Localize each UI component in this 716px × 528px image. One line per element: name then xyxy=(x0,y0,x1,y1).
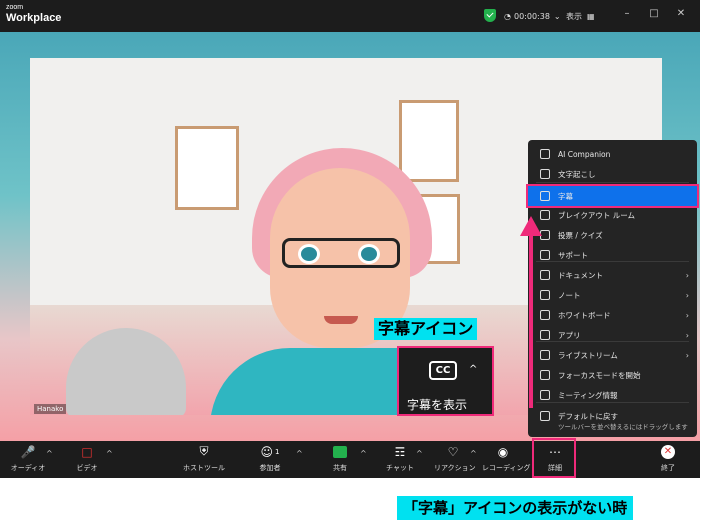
document-icon xyxy=(540,270,550,280)
participant-name-tag: Hanako xyxy=(34,404,67,414)
cc-icon xyxy=(540,191,550,201)
support-icon xyxy=(540,250,550,260)
menu-item-label: 文字起こし xyxy=(558,169,596,179)
share-options-caret[interactable]: ^ xyxy=(360,449,367,458)
close-button[interactable]: ✕ xyxy=(674,8,688,19)
chat-button[interactable]: ☶ チャット xyxy=(386,443,414,476)
minimize-button[interactable]: – xyxy=(620,8,634,19)
menu-item-apps[interactable]: アプリ › xyxy=(528,325,697,345)
zoom-logo-small: zoom xyxy=(6,4,24,11)
shield-icon: ⛨ xyxy=(199,444,209,458)
menu-item-cc[interactable]: 字幕 xyxy=(526,184,699,208)
heart-icon: ♡ xyxy=(447,444,459,459)
participants-button[interactable]: ☺ 1 参加者 xyxy=(254,443,286,476)
encryption-shield-icon[interactable] xyxy=(484,9,496,22)
menu-item-poll[interactable]: 投票 / クイズ xyxy=(528,225,697,245)
grid-icon: ▦ xyxy=(587,11,595,21)
apps-icon xyxy=(540,330,550,340)
people-icon: ☺ 1 xyxy=(260,444,280,459)
menu-item-label: ノート xyxy=(558,290,581,300)
menu-item-notes[interactable]: ノート › xyxy=(528,285,697,305)
menu-item-breakout[interactable]: ブレイクアウト ルーム xyxy=(528,205,697,225)
menu-item-livestream[interactable]: ライブストリーム › xyxy=(528,345,697,365)
pointer-arrow-head xyxy=(520,216,542,236)
view-button[interactable]: 表示 ▦ xyxy=(566,8,595,24)
video-button[interactable]: □ ビデオ xyxy=(72,443,102,476)
menu-item-label: ブレイクアウト ルーム xyxy=(558,210,636,220)
reset-hint: ツールバーを並べ替えるにはドラッグします xyxy=(558,423,688,431)
focus-icon xyxy=(540,370,550,380)
microphone-icon: 🎤 xyxy=(20,444,36,459)
zoom-logo: Workplace xyxy=(6,12,62,24)
meeting-timer: ◔ 00:00:38 ⌄ xyxy=(504,11,561,21)
pointer-arrow-shaft xyxy=(529,232,533,408)
chat-icon: ☶ xyxy=(394,444,406,459)
menu-item-label: デフォルトに戻す xyxy=(558,411,618,421)
menu-item-label: 投票 / クイズ xyxy=(558,230,603,240)
chevron-right-icon: › xyxy=(685,310,689,320)
reset-icon xyxy=(540,411,550,421)
bottom-caption: 「字幕」アイコンの表示がない時 xyxy=(397,496,634,520)
cc-icon[interactable]: CC xyxy=(429,361,457,380)
menu-item-support[interactable]: サポート xyxy=(528,245,697,265)
menu-item-sparkle[interactable]: AI Companion xyxy=(528,144,697,164)
show-captions-label: 字幕を表示 xyxy=(407,398,468,412)
whiteboard-icon xyxy=(540,310,550,320)
reactions-options-caret[interactable]: ^ xyxy=(470,449,477,458)
menu-item-label: 字幕 xyxy=(558,191,573,201)
chevron-down-icon[interactable]: ⌄ xyxy=(554,12,561,21)
notes-icon xyxy=(540,290,550,300)
wall-frame-left xyxy=(175,126,239,210)
reactions-button[interactable]: ♡ リアクション xyxy=(434,443,476,476)
info-icon xyxy=(540,390,550,400)
caption-button-callout: CC ^ 字幕を表示 xyxy=(397,346,494,416)
avatar-eye-right xyxy=(358,244,380,264)
menu-item-label: フォーカスモードを開始 xyxy=(558,370,641,380)
menu-item-label: ドキュメント xyxy=(558,270,603,280)
avatar-eye-left xyxy=(298,244,320,264)
end-button[interactable]: ✕ 終了 xyxy=(656,443,680,476)
menu-item-whiteboard[interactable]: ホワイトボード › xyxy=(528,305,697,325)
video-off-icon: □ xyxy=(81,444,93,459)
menu-item-info[interactable]: ミーティング情報 xyxy=(528,385,697,405)
recording-button[interactable]: ◉ レコーディング xyxy=(482,443,531,476)
menu-item-label: ミーティング情報 xyxy=(558,390,618,400)
audio-button[interactable]: 🎤 オーディオ xyxy=(10,443,46,476)
menu-item-label: ホワイトボード xyxy=(558,310,611,320)
menu-item-label: アプリ xyxy=(558,330,581,340)
title-bar: zoom Workplace ◔ 00:00:38 ⌄ 表示 ▦ – □ ✕ xyxy=(0,0,700,32)
maximize-button[interactable]: □ xyxy=(647,8,661,19)
chevron-right-icon: › xyxy=(685,290,689,300)
menu-item-document[interactable]: ドキュメント › xyxy=(528,265,697,285)
more-menu: AI Companion 文字起こし字幕ブレイクアウト ルーム 投票 / クイズ サポ… xyxy=(526,140,699,437)
livestream-icon xyxy=(540,350,550,360)
menu-item-label: AI Companion xyxy=(558,149,611,159)
cc-options-caret[interactable]: ^ xyxy=(469,364,477,375)
transcript-icon xyxy=(540,169,550,179)
chevron-right-icon: › xyxy=(685,330,689,340)
clock-icon: ◔ xyxy=(504,11,511,21)
menu-item-label: ライブストリーム xyxy=(558,350,618,360)
more-button-highlight xyxy=(532,438,576,478)
zoom-window: zoom Workplace ◔ 00:00:38 ⌄ 表示 ▦ – □ ✕ H… xyxy=(0,0,700,478)
end-icon: ✕ xyxy=(661,444,675,459)
wall-frame-top xyxy=(399,100,459,182)
chat-options-caret[interactable]: ^ xyxy=(416,449,423,458)
audio-options-caret[interactable]: ^ xyxy=(46,449,53,458)
menu-item-transcript[interactable]: 文字起こし xyxy=(528,164,697,184)
chevron-right-icon: › xyxy=(685,350,689,360)
participants-options-caret[interactable]: ^ xyxy=(296,449,303,458)
chevron-right-icon: › xyxy=(685,270,689,280)
sparkle-icon xyxy=(540,149,550,159)
avatar-mouth xyxy=(324,316,358,324)
meeting-toolbar: 🎤 オーディオ ^ □ ビデオ ^ ⛨ ホストツール ☺ 1 参加者 ^ 共有 ^… xyxy=(0,441,700,478)
record-icon: ◉ xyxy=(497,444,509,459)
menu-item-label: サポート xyxy=(558,250,588,260)
video-options-caret[interactable]: ^ xyxy=(106,449,113,458)
share-button[interactable]: 共有 xyxy=(328,443,352,476)
menu-item-focus[interactable]: フォーカスモードを開始 xyxy=(528,365,697,385)
share-icon xyxy=(333,445,347,458)
host-tools-button[interactable]: ⛨ ホストツール xyxy=(182,443,226,476)
caption-icon-callout-label: 字幕アイコン xyxy=(374,318,478,340)
